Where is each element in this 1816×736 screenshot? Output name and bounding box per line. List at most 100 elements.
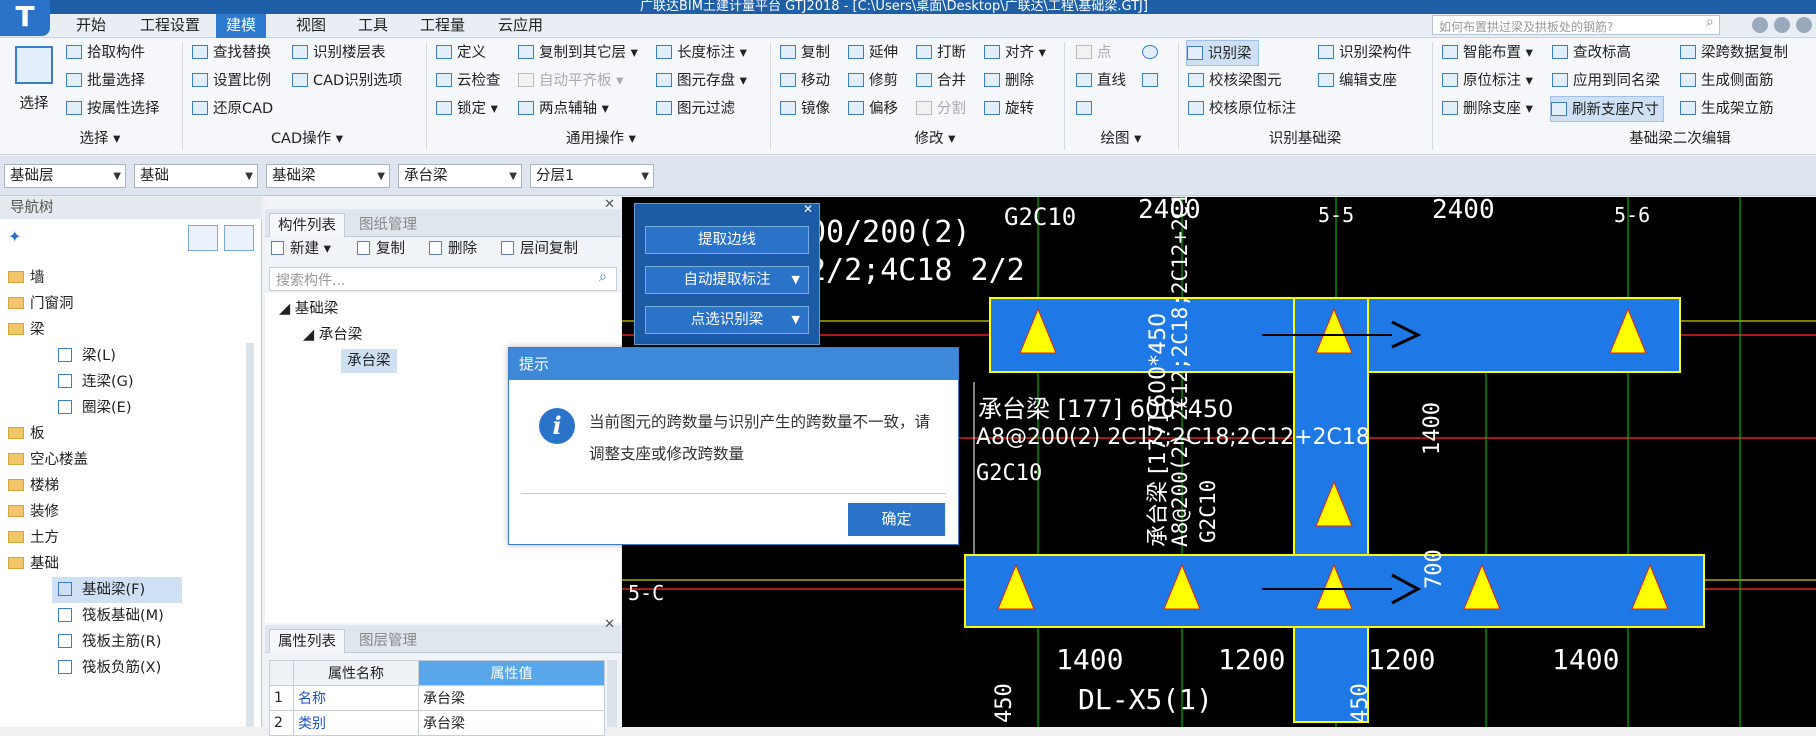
group-label-draw[interactable]: 绘图 ▾ <box>1076 128 1166 150</box>
tree-node-cap-beam[interactable]: 承台梁 <box>341 349 397 373</box>
tab-property-list[interactable]: 属性列表 <box>269 629 345 653</box>
nav-item-raft-foundation[interactable]: 筏板基础(M) <box>58 603 164 629</box>
merge-button[interactable]: 合并 <box>916 68 966 94</box>
nav-item-beam-l[interactable]: 梁(L) <box>58 343 116 369</box>
search-icon[interactable]: ⌕ <box>1706 14 1714 30</box>
draw-rect-button[interactable] <box>1142 68 1163 94</box>
user-icon[interactable] <box>1752 17 1768 33</box>
move-button[interactable]: 移动 <box>780 68 830 94</box>
new-component-button[interactable]: 新建 ▾ <box>271 237 331 261</box>
rotate-button[interactable]: 旋转 <box>984 96 1034 122</box>
in-situ-annotation-button[interactable]: 原位标注 ▾ <box>1442 68 1533 94</box>
length-dimension-button[interactable]: 长度标注 ▾ <box>656 40 747 66</box>
detail-view-icon[interactable] <box>224 225 254 251</box>
find-replace-button[interactable]: 查找替换 <box>192 40 271 66</box>
auto-extract-annotation-button[interactable]: 自动提取标注 ▼ <box>645 266 809 294</box>
identify-floor-table-button[interactable]: 识别楼层表 <box>292 40 386 66</box>
extract-edge-button[interactable]: 提取边线 <box>645 226 809 254</box>
cad-options-button[interactable]: CAD识别选项 <box>292 68 402 94</box>
ok-button[interactable]: 确定 <box>848 503 945 536</box>
two-point-axis-button[interactable]: 两点辅轴 ▾ <box>518 96 609 122</box>
menu-tab-view[interactable]: 视图 <box>286 14 336 38</box>
nav-item-beam[interactable]: 梁 <box>8 317 45 343</box>
copy-span-data-button[interactable]: 梁跨数据复制 <box>1680 40 1788 66</box>
copy-button[interactable]: 复制 <box>780 40 830 66</box>
nav-item-door-window[interactable]: 门窗洞 <box>8 291 74 317</box>
generate-side-rebar-button[interactable]: 生成侧面筋 <box>1680 68 1774 94</box>
draw-arc-button[interactable] <box>1142 40 1163 66</box>
draw-point-button[interactable]: 点 <box>1076 40 1112 66</box>
save-element-button[interactable]: 图元存盘 ▾ <box>656 68 747 94</box>
nav-item-slab[interactable]: 板 <box>8 421 45 447</box>
sublayer-dropdown[interactable]: 分层1 ▼ <box>530 164 654 188</box>
restore-cad-button[interactable]: 还原CAD <box>192 96 273 122</box>
offset-button[interactable]: 偏移 <box>848 96 898 122</box>
pin-icon[interactable]: ✦ <box>8 227 21 246</box>
nav-item-earthwork[interactable]: 土方 <box>8 525 59 551</box>
align-button[interactable]: 对齐 ▾ <box>984 40 1046 66</box>
close-icon[interactable]: ✕ <box>604 197 615 212</box>
menu-tab-quantities[interactable]: 工程量 <box>410 14 475 38</box>
table-row[interactable]: 2 类别 承台梁 <box>269 710 605 736</box>
group-label-general[interactable]: 通用操作 ▾ <box>436 128 766 150</box>
nav-item-raft-main-rebar[interactable]: 筏板主筋(R) <box>58 629 161 655</box>
delete-button[interactable]: 删除 <box>984 68 1034 94</box>
nav-item-coupling-beam[interactable]: 连梁(G) <box>58 369 134 395</box>
tab-component-list[interactable]: 构件列表 <box>269 213 345 237</box>
nav-item-foundation-beam[interactable]: 基础梁(F) <box>52 577 182 603</box>
component-type-dropdown[interactable]: 基础梁 ▼ <box>266 164 390 188</box>
lock-button[interactable]: 锁定 ▾ <box>436 96 498 122</box>
copy-component-button[interactable]: 复制 <box>357 237 405 261</box>
category-dropdown[interactable]: 基础 ▼ <box>134 164 258 188</box>
interlayer-copy-button[interactable]: 层间复制 <box>501 237 578 261</box>
refresh-support-size-button[interactable]: 刷新支座尺寸 <box>1550 96 1664 122</box>
define-button[interactable]: 定义 <box>436 40 486 66</box>
select-button[interactable]: 选择 <box>10 42 58 126</box>
menu-tab-start[interactable]: 开始 <box>66 14 116 38</box>
extend-button[interactable]: 延伸 <box>848 40 898 66</box>
check-elevation-button[interactable]: 查改标高 <box>1552 40 1631 66</box>
trim-button[interactable]: 修剪 <box>848 68 898 94</box>
delete-component-button[interactable]: 删除 <box>429 237 477 261</box>
component-search-input[interactable]: 搜索构件... <box>269 267 617 291</box>
auto-align-slab-button[interactable]: 自动平齐板 ▾ <box>518 68 623 94</box>
nav-item-raft-negative-rebar[interactable]: 筏板负筋(X) <box>58 655 161 681</box>
nav-scrollbar[interactable] <box>246 343 254 727</box>
point-identify-beam-button[interactable]: 点选识别梁 ▼ <box>645 306 809 334</box>
mirror-button[interactable]: 镜像 <box>780 96 830 122</box>
nav-item-ring-beam[interactable]: 圈梁(E) <box>58 395 131 421</box>
list-view-icon[interactable] <box>188 225 218 251</box>
search-icon[interactable]: ⌕ <box>599 269 607 285</box>
menu-tab-modeling[interactable]: 建模 <box>216 14 267 38</box>
component-dropdown[interactable]: 承台梁 ▼ <box>398 164 522 188</box>
help-search-input[interactable]: 如何布置拱过梁及拱板处的钢筋? <box>1432 15 1720 35</box>
tree-node-cap-beam-group[interactable]: ◢ 承台梁 <box>303 323 362 347</box>
menu-tab-tools[interactable]: 工具 <box>348 14 398 38</box>
copy-to-other-floor-button[interactable]: 复制到其它层 ▾ <box>518 40 638 66</box>
tree-node-foundation-beam[interactable]: ◢ 基础梁 <box>279 297 338 321</box>
set-scale-button[interactable]: 设置比例 <box>192 68 271 94</box>
bell-icon[interactable] <box>1774 17 1790 33</box>
help-icon[interactable] <box>1796 17 1812 33</box>
draw-line-button[interactable]: 直线 <box>1076 68 1126 94</box>
delete-support-button[interactable]: 删除支座 ▾ <box>1442 96 1533 122</box>
nav-item-hollow-floor[interactable]: 空心楼盖 <box>8 447 88 473</box>
check-in-situ-annotation-button[interactable]: 校核原位标注 <box>1188 96 1296 122</box>
menu-tab-cloud[interactable]: 云应用 <box>488 14 553 38</box>
smart-layout-button[interactable]: 智能布置 ▾ <box>1442 40 1533 66</box>
break-button[interactable]: 打断 <box>916 40 966 66</box>
generate-erection-rebar-button[interactable]: 生成架立筋 <box>1680 96 1774 122</box>
element-filter-button[interactable]: 图元过滤 <box>656 96 735 122</box>
table-row[interactable]: 1 名称 承台梁 <box>269 685 605 711</box>
nav-item-stairs[interactable]: 楼梯 <box>8 473 59 499</box>
cloud-check-button[interactable]: 云检查 <box>436 68 501 94</box>
split-button[interactable]: 分割 <box>916 96 966 122</box>
select-by-property-button[interactable]: 按属性选择 <box>66 96 160 122</box>
floor-dropdown[interactable]: 基础层 ▼ <box>4 164 126 188</box>
nav-item-foundation[interactable]: 基础 <box>8 551 59 577</box>
check-beam-element-button[interactable]: 校核梁图元 <box>1188 68 1282 94</box>
nav-item-decoration[interactable]: 装修 <box>8 499 59 525</box>
group-label-cad[interactable]: CAD操作 ▾ <box>192 128 422 150</box>
identify-beam-button[interactable]: 识别梁 <box>1186 40 1259 66</box>
menu-tab-project-settings[interactable]: 工程设置 <box>130 14 210 38</box>
